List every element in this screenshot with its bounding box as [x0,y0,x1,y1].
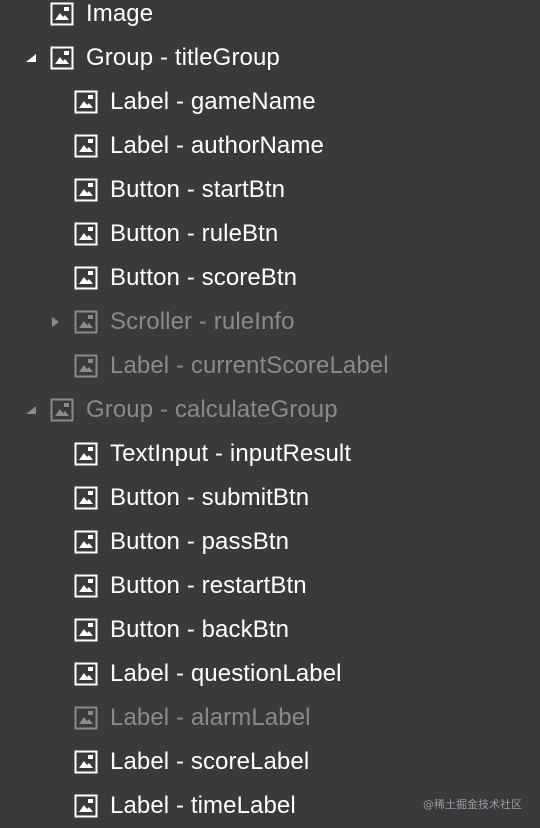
tree-item[interactable]: Button - ruleBtn [0,212,540,256]
image-node-icon [50,398,74,422]
image-node-icon [74,222,98,246]
tree-item-label: Label - authorName [110,132,324,159]
image-node-icon [74,90,98,114]
tree-item-label: Button - passBtn [110,528,290,555]
image-node-icon [74,178,98,202]
image-node-icon [74,310,98,334]
tree-item[interactable]: Label - currentScoreLabel [0,344,540,388]
tree-item[interactable]: Button - backBtn [0,608,540,652]
image-node-icon [50,2,74,26]
tree-item[interactable]: Button - restartBtn [0,564,540,608]
image-node-icon [74,134,98,158]
tree-item-label: Label - scoreLabel [110,748,310,775]
tree-item[interactable]: Label - questionLabel [0,652,540,696]
tree-item[interactable]: Button - submitBtn [0,476,540,520]
image-node-icon [50,46,74,70]
image-node-icon [74,530,98,554]
tree-item-label: Button - startBtn [110,176,286,203]
tree-item-label: Scroller - ruleInfo [110,308,295,335]
tree-item[interactable]: Button - startBtn [0,168,540,212]
disclosure-expanded-icon[interactable] [24,403,38,417]
tree-item-label: Button - restartBtn [110,572,307,599]
tree-item[interactable]: Button - scoreBtn [0,256,540,300]
tree-item-label: Label - timeLabel [110,792,296,819]
disclosure-expanded-icon[interactable] [24,51,38,65]
image-node-icon [74,354,98,378]
image-node-icon [74,486,98,510]
tree-item-label: Button - submitBtn [110,484,310,511]
tree-item[interactable]: Image [0,0,540,36]
tree-item-label: Button - scoreBtn [110,264,298,291]
tree-item[interactable]: Button - passBtn [0,520,540,564]
tree-item[interactable]: Label - authorName [0,124,540,168]
image-node-icon [74,574,98,598]
tree-item-label: Image [86,0,154,27]
tree-item[interactable]: Group - calculateGroup [0,388,540,432]
layer-tree: Image Group - titleGroup Label - gameNam… [0,0,540,828]
tree-item-label: TextInput - inputResult [110,440,352,467]
watermark: @稀土掘金技术社区 [423,798,522,811]
image-node-icon [74,706,98,730]
tree-item-label: Group - titleGroup [86,44,280,71]
tree-item-label: Label - gameName [110,88,316,115]
tree-item-label: Button - backBtn [110,616,290,643]
tree-item[interactable]: Group - titleGroup [0,36,540,80]
tree-item-label: Label - currentScoreLabel [110,352,389,379]
tree-item[interactable]: Label - gameName [0,80,540,124]
tree-item-label: Group - calculateGroup [86,396,338,423]
tree-item-label: Button - ruleBtn [110,220,279,247]
tree-item-label: Label - questionLabel [110,660,342,687]
image-node-icon [74,662,98,686]
tree-item-label: Label - alarmLabel [110,704,311,731]
tree-item[interactable]: Label - alarmLabel [0,696,540,740]
tree-item[interactable]: TextInput - inputResult [0,432,540,476]
image-node-icon [74,618,98,642]
image-node-icon [74,266,98,290]
image-node-icon [74,750,98,774]
tree-item[interactable]: Label - scoreLabel [0,740,540,784]
disclosure-collapsed-icon[interactable] [48,315,62,329]
tree-item[interactable]: Scroller - ruleInfo [0,300,540,344]
image-node-icon [74,442,98,466]
image-node-icon [74,794,98,818]
